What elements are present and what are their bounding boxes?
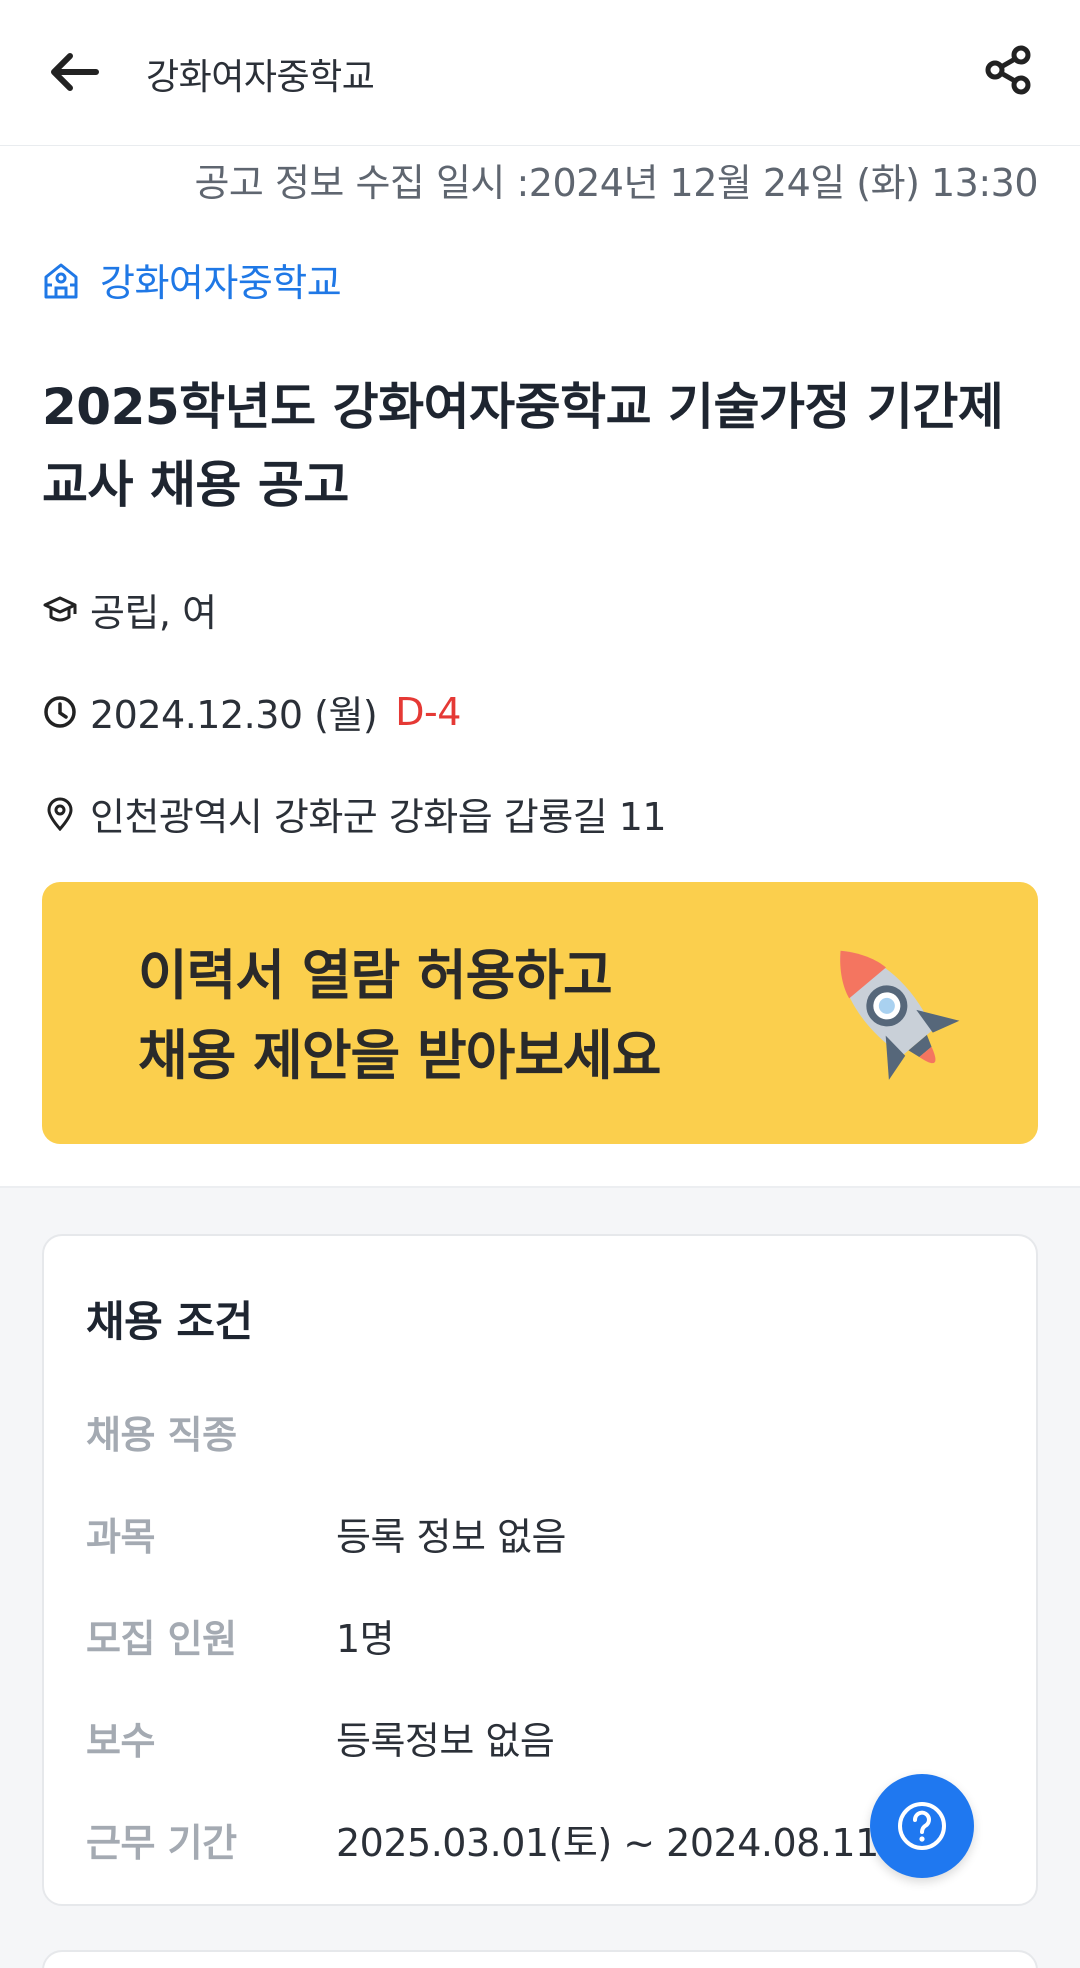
condition-value: 1명: [336, 1617, 395, 1661]
school-link[interactable]: 강화여자중학교: [42, 252, 342, 307]
question-icon: [898, 1802, 946, 1850]
school-icon: [44, 263, 78, 298]
condition-label: 채용 직종: [86, 1413, 237, 1457]
banner-line-2: 채용 제안을 받아보세요: [138, 1024, 661, 1087]
banner-line-1: 이력서 열람 허용하고: [138, 944, 613, 1007]
deadline-text: 2024.12.30 (월): [90, 693, 378, 737]
help-button[interactable]: [870, 1774, 974, 1878]
conditions-title: 채용 조건: [86, 1297, 253, 1346]
address-row: 인천광역시 강화군 강화읍 갑룡길 11: [42, 786, 667, 841]
rocket-icon: [840, 950, 960, 1080]
condition-value: 2025.03.01(토) ~ 2024.08.11(월): [336, 1821, 942, 1865]
share-icon: [985, 45, 1031, 95]
condition-row: 모집 인원 1명: [86, 1608, 1006, 1661]
condition-label: 보수: [86, 1719, 155, 1763]
banner-text: 이력서 열람 허용하고 채용 제안을 받아보세요: [138, 936, 661, 1096]
dday-badge: D-4: [395, 689, 461, 734]
deadline-row: 2024.12.30 (월) D-4: [42, 684, 461, 739]
school-type-text: 공립, 여: [90, 591, 217, 635]
resume-open-banner[interactable]: 이력서 열람 허용하고 채용 제안을 받아보세요: [42, 882, 1038, 1144]
graduation-cap-icon: [42, 592, 78, 628]
next-card: [42, 1950, 1038, 1968]
condition-row: 과목 등록 정보 없음: [86, 1506, 1006, 1559]
condition-row: 보수 등록정보 없음: [86, 1710, 1006, 1763]
school-type-row: 공립, 여: [42, 582, 217, 637]
location-pin-icon: [42, 796, 78, 832]
condition-label: 모집 인원: [86, 1617, 237, 1661]
school-name: 강화여자중학교: [100, 261, 342, 305]
clock-icon: [42, 694, 78, 730]
address-text: 인천광역시 강화군 강화읍 갑룡길 11: [90, 795, 667, 839]
job-title: 2025학년도 강화여자중학교 기술가정 기간제 교사 채용 공고: [42, 378, 1004, 514]
condition-row: 근무 기간 2025.03.01(토) ~ 2024.08.11(월): [86, 1812, 1006, 1865]
arrow-left-icon: [51, 53, 99, 91]
collected-at-text: 공고 정보 수집 일시 :2024년 12월 24일 (화) 13:30: [194, 161, 1038, 205]
condition-row: 채용 직종: [86, 1404, 1006, 1457]
page-title: 강화여자중학교: [146, 57, 375, 98]
condition-value: 등록정보 없음: [336, 1719, 555, 1763]
back-button[interactable]: [44, 44, 104, 100]
share-button[interactable]: [980, 42, 1036, 98]
condition-label: 근무 기간: [86, 1821, 237, 1865]
top-app-bar: 강화여자중학교: [0, 0, 1080, 146]
condition-label: 과목: [86, 1515, 155, 1559]
condition-value: 등록 정보 없음: [336, 1515, 566, 1559]
